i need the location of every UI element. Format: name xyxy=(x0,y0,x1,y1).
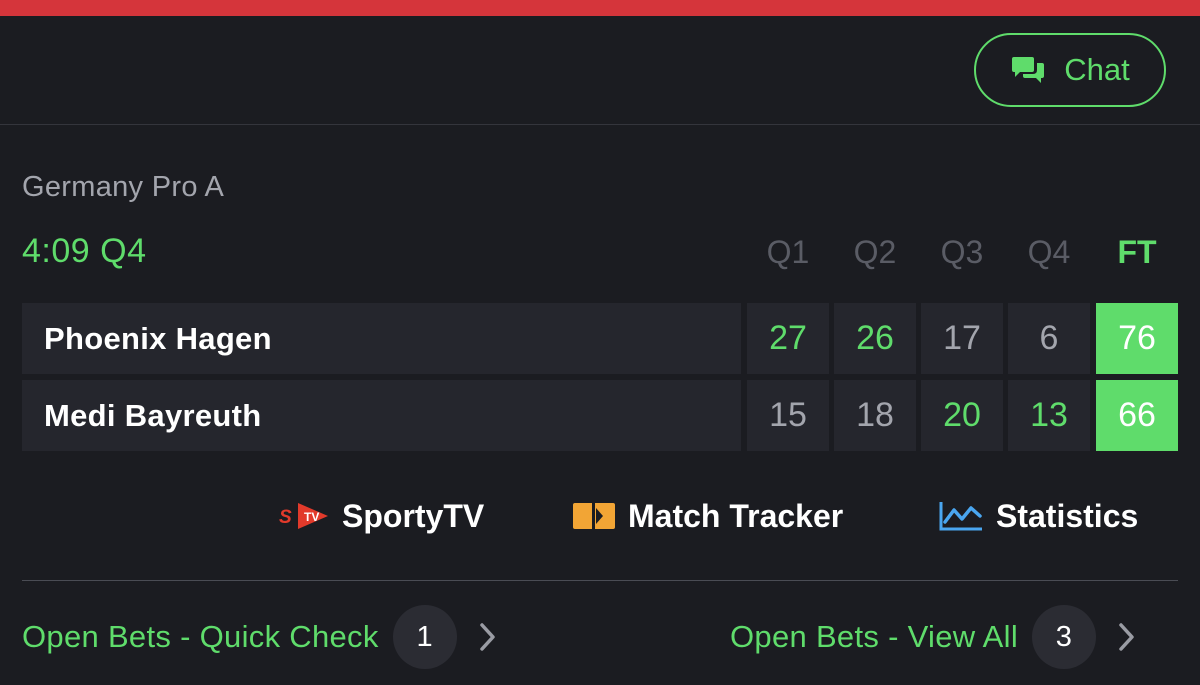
statistics-label: Statistics xyxy=(996,497,1139,534)
top-accent-bar xyxy=(0,0,1200,16)
match-detail-page: Chat Germany Pro A 4:09 Q4 Q1 Q2 Q3 Q4 F… xyxy=(0,0,1200,685)
chat-button[interactable]: Chat xyxy=(974,33,1166,107)
sportytv-logo-icon: S TV xyxy=(278,499,330,533)
quick-check-label: Open Bets - Quick Check xyxy=(22,619,379,654)
column-header-q3: Q3 xyxy=(940,234,984,270)
svg-text:S: S xyxy=(279,507,292,528)
chevron-right-icon xyxy=(457,622,497,652)
line-chart-icon xyxy=(938,500,984,532)
quick-check-count-badge: 1 xyxy=(392,605,457,669)
score-q3: 20 xyxy=(921,380,1003,451)
score-q2: 18 xyxy=(834,380,916,451)
statistics-link[interactable]: Statistics xyxy=(938,490,1138,542)
score-final: 76 xyxy=(1096,303,1178,374)
sportytv-link[interactable]: S TV SportyTV xyxy=(278,490,484,542)
match-tracker-label: Match Tracker xyxy=(628,497,844,534)
chat-bubbles-icon xyxy=(1010,55,1046,85)
match-tracker-icon xyxy=(572,502,616,530)
score-q3: 17 xyxy=(921,303,1003,374)
team-name: Phoenix Hagen xyxy=(22,303,741,374)
match-header: Chat xyxy=(0,16,1200,124)
column-header-q4: Q4 xyxy=(1027,234,1071,270)
section-divider xyxy=(22,580,1178,581)
chat-button-label: Chat xyxy=(1064,52,1130,87)
sportytv-label: SportyTV xyxy=(342,497,485,534)
score-q1: 27 xyxy=(747,303,829,374)
open-bets-bar: Open Bets - Quick Check 1 Open Bets - Vi… xyxy=(0,603,1200,671)
team-name: Medi Bayreuth xyxy=(22,380,741,451)
column-header-ft: FT xyxy=(1117,234,1157,270)
score-q1: 15 xyxy=(747,380,829,451)
league-name: Germany Pro A xyxy=(22,171,225,203)
column-header-q1: Q1 xyxy=(766,234,810,270)
header-divider xyxy=(0,124,1200,125)
open-bets-quick-check-link[interactable]: Open Bets - Quick Check 1 xyxy=(22,603,497,671)
chevron-right-icon xyxy=(1096,622,1136,652)
column-header-q2: Q2 xyxy=(853,234,897,270)
view-all-count-badge: 3 xyxy=(1032,605,1097,669)
view-all-label: Open Bets - View All xyxy=(730,619,1019,654)
game-clock: 4:09 Q4 xyxy=(22,232,147,270)
score-final: 66 xyxy=(1096,380,1178,451)
match-tracker-link[interactable]: Match Tracker xyxy=(572,490,843,542)
score-q4: 13 xyxy=(1008,380,1090,451)
open-bets-view-all-link[interactable]: Open Bets - View All 3 xyxy=(730,603,1136,671)
match-links: S TV SportyTV Match Tracker Statistics xyxy=(0,490,1200,542)
score-q2: 26 xyxy=(834,303,916,374)
score-q4: 6 xyxy=(1008,303,1090,374)
svg-text:TV: TV xyxy=(304,510,319,524)
